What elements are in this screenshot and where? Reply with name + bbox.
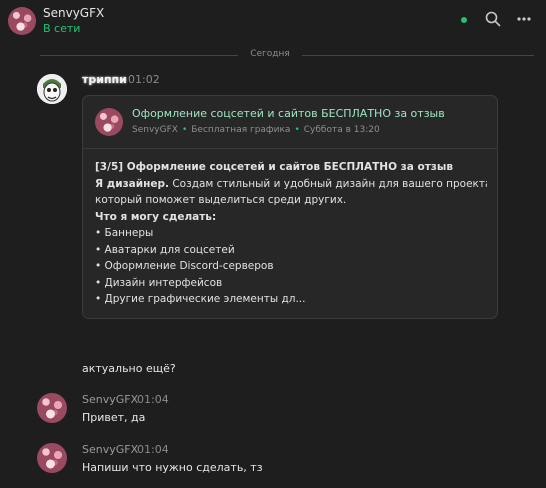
message-time: 01:04 bbox=[137, 393, 169, 406]
post-author-avatar bbox=[95, 108, 123, 136]
post-list-item: • Другие графические элементы дл... bbox=[95, 293, 306, 305]
post-list-item: • Оформление Discord-серверов bbox=[95, 260, 274, 272]
more-options-icon[interactable] bbox=[516, 11, 532, 27]
post-intro-line2: который поможет выделиться среди других. bbox=[95, 194, 347, 206]
message-text: актуально ещё? bbox=[82, 362, 176, 375]
search-icon[interactable] bbox=[485, 11, 501, 27]
contact-avatar[interactable] bbox=[8, 7, 36, 35]
day-separator: Сегодня bbox=[250, 49, 290, 59]
contact-name[interactable]: SenvyGFX bbox=[43, 6, 104, 20]
message-author[interactable]: SenvyGFX bbox=[82, 443, 138, 456]
message-time: 01:04 bbox=[137, 443, 169, 456]
message-author[interactable]: SenvyGFX bbox=[82, 393, 138, 406]
post-body-title: [3/5] Оформление соцсетей и сайтов БЕСПЛ… bbox=[95, 161, 454, 173]
post-intro: Я дизайнер. Создам стильный и удобный ди… bbox=[95, 176, 487, 193]
post-meta: SenvyGFX • Бесплатная графика • Суббота в 13… bbox=[132, 125, 380, 135]
card-separator bbox=[83, 148, 497, 149]
post-body: [3/5] Оформление соцсетей и сайтов БЕСПЛ… bbox=[95, 159, 487, 308]
user-avatar[interactable] bbox=[37, 393, 67, 423]
post-intro-bold: Я дизайнер. bbox=[95, 177, 170, 190]
post-list-title: Что я могу сделать: bbox=[95, 210, 217, 223]
shared-post-card[interactable]: Оформление соцсетей и сайтов БЕСПЛАТНО з… bbox=[82, 95, 498, 319]
post-author: SenvyGFX bbox=[132, 125, 178, 135]
divider-line-right bbox=[302, 55, 534, 56]
meta-dot: • bbox=[181, 125, 188, 135]
message-text: Привет, да bbox=[82, 411, 146, 424]
message-text: Напиши что нужно сделать, тз bbox=[82, 461, 263, 474]
meta-dot: • bbox=[294, 125, 300, 135]
divider-line-left bbox=[40, 55, 238, 56]
post-list-item: • Дизайн интерфейсов bbox=[95, 276, 223, 289]
chat-header: SenvyGFX В сети bbox=[0, 0, 546, 44]
post-list-item: • Аватарки для соцсетей bbox=[95, 243, 235, 256]
post-date: Суббота в 13:20 bbox=[303, 125, 380, 135]
user-avatar[interactable] bbox=[37, 443, 67, 473]
post-category: Бесплатная графика bbox=[191, 125, 291, 135]
message-time: 01:02 bbox=[128, 73, 160, 86]
face-icon bbox=[37, 74, 67, 104]
user-avatar[interactable] bbox=[37, 74, 67, 104]
online-indicator bbox=[461, 17, 467, 23]
post-intro-rest: Создам стильный и удобный дизайн для ваш… bbox=[169, 177, 487, 190]
message-author[interactable]: триппи bbox=[82, 73, 127, 86]
contact-status: В сети bbox=[43, 22, 81, 35]
post-title[interactable]: Оформление соцсетей и сайтов БЕСПЛАТНО з… bbox=[132, 107, 445, 120]
post-list-item: • Баннеры bbox=[95, 227, 154, 239]
